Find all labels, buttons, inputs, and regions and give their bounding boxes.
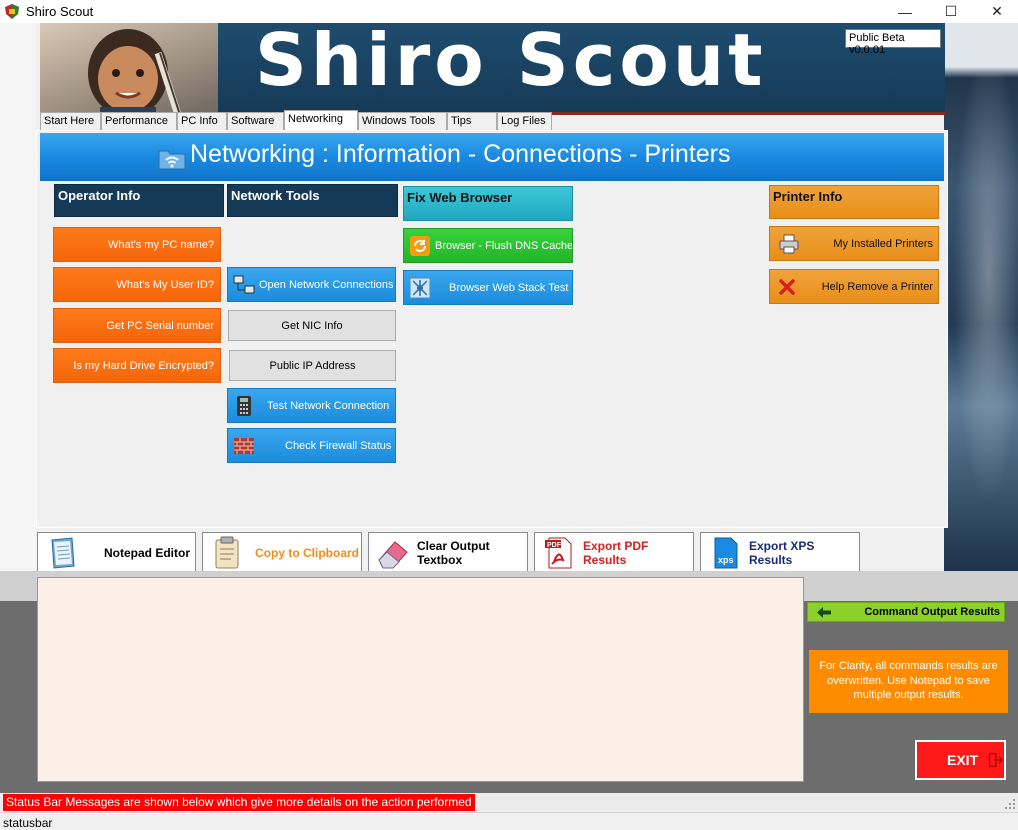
banner-title: Shiro Scout [255,18,767,102]
flush-dns-label: Browser - Flush DNS Cache [435,239,573,252]
tab-tips[interactable]: Tips [447,112,497,131]
tab-strip: Start Here Performance PC Info Software … [40,110,552,131]
clarity-note: For Clarity, all commands results are ov… [809,650,1008,713]
printer-icon [778,233,800,255]
public-ip-button[interactable]: Public IP Address [229,350,396,381]
remove-printer-button[interactable]: Help Remove a Printer [769,269,939,304]
operator-info-heading: Operator Info [54,184,224,217]
check-firewall-label: Check Firewall Status [285,439,392,452]
background-image [944,23,1018,571]
network-tools-heading: Network Tools [227,184,398,217]
tab-performance[interactable]: Performance [101,112,177,131]
wifi-folder-icon [158,150,186,170]
tab-software[interactable]: Software [227,112,284,131]
installed-printers-button[interactable]: My Installed Printers [769,226,939,261]
open-network-connections-label: Open Network Connections [259,278,394,291]
shield-icon [5,4,19,19]
section-title: Networking : Information - Connections -… [190,140,731,168]
close-button[interactable]: ✕ [974,0,1018,23]
copy-clipboard-label: Copy to Clipboard [255,545,359,560]
network-hub-icon [409,277,431,299]
mascot-image [40,23,218,117]
statusbar-text: statusbar [3,816,53,830]
test-network-connection-button[interactable]: Test Network Connection [227,388,396,423]
red-x-icon [776,276,798,298]
printer-info-heading: Printer Info [769,185,939,219]
version-badge: Public Beta v0.0.01 [845,29,941,56]
phone-icon [233,395,255,417]
maximize-button[interactable]: ☐ [928,0,974,23]
export-xps-button[interactable]: xps Export XPS Results [700,532,860,573]
tab-networking[interactable]: Networking [284,110,358,131]
copy-clipboard-button[interactable]: Copy to Clipboard [202,532,362,573]
tab-start-here[interactable]: Start Here [40,112,101,131]
notepad-icon [51,536,75,569]
flush-dns-button[interactable]: Browser - Flush DNS Cache [403,228,573,263]
resize-grip-icon[interactable] [1004,798,1016,810]
tab-log-files[interactable]: Log Files [497,112,552,131]
exit-door-icon [989,753,1004,767]
test-network-connection-label: Test Network Connection [267,399,390,412]
tab-windows-tools[interactable]: Windows Tools [358,112,447,131]
export-xps-label: Export XPS Results [749,538,815,567]
refresh-icon [409,235,431,257]
svg-text:xps: xps [718,555,734,565]
exit-button[interactable]: EXIT [915,740,1006,780]
installed-printers-label: My Installed Printers [833,237,933,250]
notepad-editor-button[interactable]: Notepad Editor [37,532,196,573]
xps-icon: xps [714,537,738,568]
clear-output-label: Clear Output Textbox [417,538,490,567]
eraser-icon [378,540,408,568]
pc-serial-button[interactable]: Get PC Serial number [53,308,221,343]
get-nic-info-button[interactable]: Get NIC Info [228,310,396,341]
pdf-icon: PDF [545,537,572,568]
command-output-label: Command Output Results [807,602,1005,622]
remove-printer-label: Help Remove a Printer [821,280,933,293]
export-pdf-button[interactable]: PDF Export PDF Results [534,532,694,573]
check-firewall-button[interactable]: Check Firewall Status [227,428,396,463]
fix-web-browser-heading: Fix Web Browser [403,186,573,221]
output-textbox[interactable] [37,577,804,782]
clipboard-icon [215,536,239,568]
statusbar [0,812,1018,830]
firewall-brick-icon [233,435,255,457]
svg-text:PDF: PDF [547,542,562,549]
web-stack-test-label: Browser Web Stack Test [449,281,569,294]
user-id-button[interactable]: What's My User ID? [53,267,221,302]
network-connections-icon [233,274,255,296]
window-title: Shiro Scout [26,4,94,19]
arrow-left-icon [817,607,831,618]
minimize-button[interactable]: — [882,0,928,23]
status-message: Status Bar Messages are shown below whic… [3,794,475,811]
command-output-text: Command Output Results [864,606,1000,618]
web-stack-test-button[interactable]: Browser Web Stack Test [403,270,573,305]
clear-output-button[interactable]: Clear Output Textbox [368,532,528,573]
tab-pc-info[interactable]: PC Info [177,112,227,131]
export-pdf-label: Export PDF Results [583,538,649,567]
drive-encrypted-button[interactable]: Is my Hard Drive Encrypted? [53,348,221,383]
open-network-connections-button[interactable]: Open Network Connections [227,267,396,302]
exit-label: EXIT [947,752,979,768]
left-margin [0,23,36,571]
notepad-editor-label: Notepad Editor [104,545,190,560]
pc-name-button[interactable]: What's my PC name? [53,227,221,262]
